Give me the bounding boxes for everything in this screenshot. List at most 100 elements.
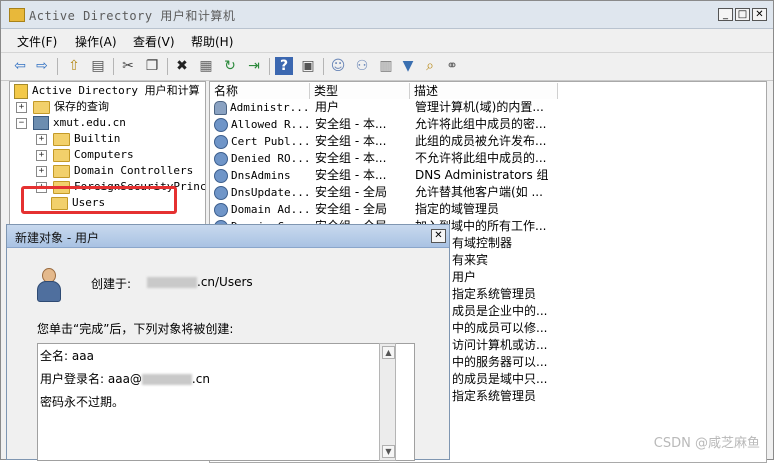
scroll-down-icon[interactable]: ▼ xyxy=(382,445,395,458)
new-user-dialog[interactable]: 新建对象 - 用户 ✕ 创建于: .cn/Users 您单击“完成”后，下列对象… xyxy=(6,224,450,461)
logon-name-suffix: .cn xyxy=(191,372,210,386)
item-name: Allowed R... xyxy=(231,118,311,131)
tree-root-label: Active Directory 用户和计算 xyxy=(32,84,200,97)
item-description: 管理计算机(域)的内置... xyxy=(415,100,544,114)
dialog-close-button[interactable]: ✕ xyxy=(431,229,446,243)
delete-icon[interactable]: ✖ xyxy=(173,57,191,75)
group-icon xyxy=(214,118,228,132)
item-description: 有域控制器 xyxy=(452,236,513,250)
toolbar-separator xyxy=(269,58,270,75)
user-icon xyxy=(214,101,227,115)
copy-icon[interactable]: ❐ xyxy=(143,57,161,75)
tree-item-builtin[interactable]: + Builtin xyxy=(36,131,120,147)
expand-icon[interactable]: + xyxy=(36,149,47,161)
list-item[interactable]: Denied RO... 安全组 - 本... 不允许将此组中成员的... xyxy=(210,150,766,167)
item-description: 成员是企业中的... xyxy=(452,304,548,318)
created-in-value: .cn/Users xyxy=(147,275,253,289)
find-icon[interactable]: ⌕ xyxy=(421,57,439,75)
menu-action[interactable]: 操作(A) xyxy=(75,33,117,50)
group-icon xyxy=(214,186,228,200)
export-icon[interactable]: ⇥ xyxy=(245,57,263,75)
item-description: 有来宾 xyxy=(452,253,489,267)
item-description: 此组的成员被允许发布... xyxy=(415,134,547,148)
highlight-annotation-box xyxy=(21,186,177,214)
maximize-button[interactable]: □ xyxy=(735,8,750,21)
help-icon[interactable]: ? xyxy=(275,57,293,75)
tree-item-label: 保存的查询 xyxy=(54,100,109,113)
forward-arrow-icon[interactable]: ⇨ xyxy=(33,57,51,75)
tree-item-computers[interactable]: + Computers xyxy=(36,147,134,163)
folder-icon xyxy=(33,100,50,114)
menu-view[interactable]: 查看(V) xyxy=(133,33,175,50)
item-description: 不允许将此组中成员的... xyxy=(415,151,547,165)
expand-icon[interactable]: + xyxy=(16,101,27,113)
created-in-label: 创建于: xyxy=(91,277,132,291)
close-button[interactable]: ✕ xyxy=(752,8,767,21)
properties-icon[interactable]: ▦ xyxy=(197,57,215,75)
column-header-type[interactable]: 类型 xyxy=(310,83,410,99)
dialog-title: 新建对象 - 用户 xyxy=(15,231,99,245)
new-ou-icon[interactable]: ▥ xyxy=(377,57,395,75)
ad-folder-icon xyxy=(9,8,25,22)
summary-logon-name: 用户登录名: aaa@ .cn xyxy=(40,370,210,387)
list-item[interactable]: Cert Publ... 安全组 - 本... 此组的成员被允许发布... xyxy=(210,133,766,150)
user-avatar-icon xyxy=(37,268,61,302)
menu-file[interactable]: 文件(F) xyxy=(17,33,57,50)
item-description: 指定系统管理员 xyxy=(452,389,537,403)
list-item[interactable]: DnsUpdate... 安全组 - 全局 允许替其他客户端(如 ... xyxy=(210,184,766,201)
back-arrow-icon[interactable]: ⇦ xyxy=(11,57,29,75)
list-item[interactable]: Administr... 用户 管理计算机(域)的内置... xyxy=(210,99,766,116)
show-tree-icon[interactable]: ▤ xyxy=(89,57,107,75)
folder-icon xyxy=(53,148,70,162)
expand-icon[interactable]: + xyxy=(36,165,47,177)
toolbar-separator xyxy=(167,58,168,75)
tree-item-label: Builtin xyxy=(74,132,121,145)
column-header-description[interactable]: 描述 xyxy=(410,83,558,99)
group-icon xyxy=(214,203,228,217)
summary-password-note: 密码永不过期。 xyxy=(40,395,125,409)
column-header-name[interactable]: 名称 xyxy=(210,83,310,99)
tree-item-saved-queries[interactable]: + 保存的查询 xyxy=(16,99,109,115)
new-user-icon[interactable]: ☺ xyxy=(329,57,347,75)
item-type: 安全组 - 全局 xyxy=(315,185,387,199)
filter-icon[interactable]: ▼ xyxy=(399,57,417,75)
minimize-button[interactable]: _ xyxy=(718,8,733,21)
add-to-group-icon[interactable]: ⚭ xyxy=(443,57,461,75)
redacted-text xyxy=(147,277,197,288)
logon-name-prefix: 用户登录名: aaa@ xyxy=(40,372,142,386)
refresh-icon[interactable]: ↻ xyxy=(221,57,239,75)
tree-item-domain[interactable]: − xmut.edu.cn xyxy=(16,115,126,131)
list-item[interactable]: DnsAdmins 安全组 - 本... DNS Administrators … xyxy=(210,167,766,184)
title-bar[interactable]: Active Directory 用户和计算机 _ □ ✕ xyxy=(1,1,773,29)
list-item[interactable]: Domain Ad... 安全组 - 全局 指定的域管理员 xyxy=(210,201,766,218)
expand-icon[interactable]: + xyxy=(36,133,47,145)
item-description: 指定系统管理员 xyxy=(452,287,537,301)
item-description: 中的成员可以修... xyxy=(452,321,548,335)
collapse-icon[interactable]: − xyxy=(16,117,27,129)
item-name: Cert Publ... xyxy=(231,135,311,148)
scroll-up-icon[interactable]: ▲ xyxy=(382,346,395,359)
new-group-icon[interactable]: ⚇ xyxy=(353,57,371,75)
item-description: 访问计算机或访... xyxy=(452,338,548,352)
summary-scrollbar[interactable]: ▲ ▼ xyxy=(379,343,396,461)
item-description: 指定的域管理员 xyxy=(415,202,500,216)
details-icon[interactable]: ▣ xyxy=(299,57,317,75)
toolbar-separator xyxy=(323,58,324,75)
tree-root[interactable]: Active Directory 用户和计算 xyxy=(14,83,200,99)
dialog-title-bar[interactable]: 新建对象 - 用户 ✕ xyxy=(7,225,449,248)
finish-instruction: 您单击“完成”后，下列对象将被创建: xyxy=(37,322,234,336)
menu-help[interactable]: 帮助(H) xyxy=(191,33,233,50)
item-type: 安全组 - 本... xyxy=(315,117,387,131)
toolbar-separator xyxy=(57,58,58,75)
item-name: Denied RO... xyxy=(231,152,311,165)
ad-snapin-icon xyxy=(14,83,28,99)
summary-textbox[interactable]: 全名: aaa 用户登录名: aaa@ .cn 密码永不过期。 xyxy=(37,343,415,461)
window-title: Active Directory 用户和计算机 xyxy=(29,9,236,23)
tree-item-domain-controllers[interactable]: + Domain Controllers xyxy=(36,163,193,179)
cut-icon[interactable]: ✂ xyxy=(119,57,137,75)
group-icon xyxy=(214,152,228,166)
list-item[interactable]: Allowed R... 安全组 - 本... 允许将此组中成员的密... xyxy=(210,116,766,133)
up-folder-icon[interactable]: ⇧ xyxy=(65,57,83,75)
item-description: 中的服务器可以... xyxy=(452,355,548,369)
item-type: 安全组 - 本... xyxy=(315,151,387,165)
